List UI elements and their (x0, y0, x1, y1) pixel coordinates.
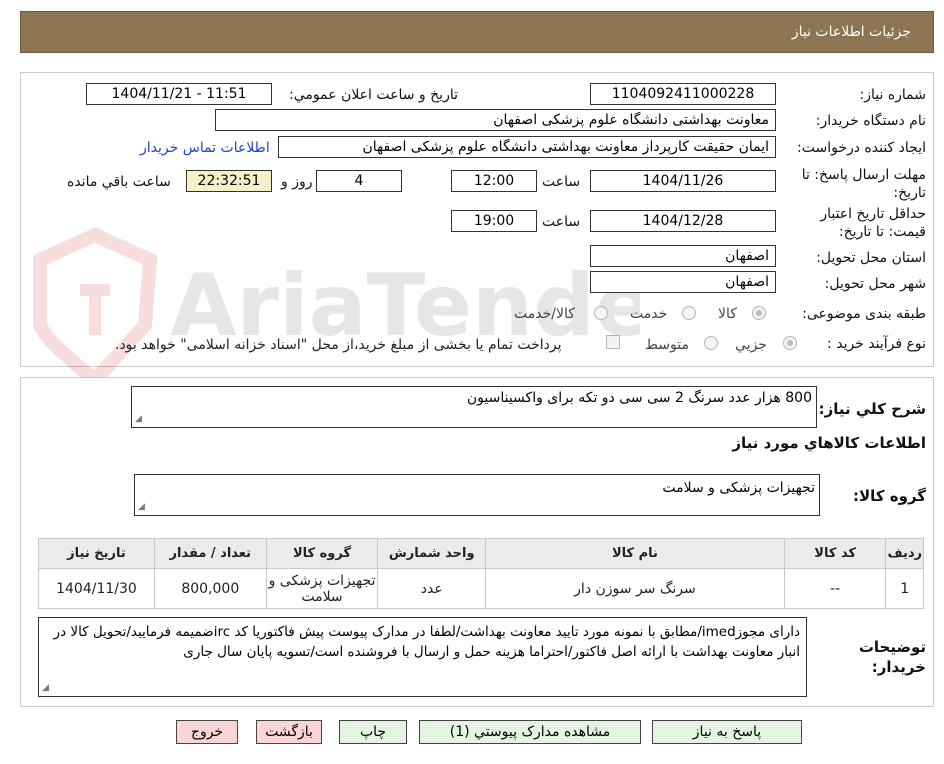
category-goods-service-label: کالا/خدمت (514, 306, 575, 322)
treasury-checkbox[interactable] (606, 335, 620, 349)
resize-grip-icon[interactable]: ◢ (138, 502, 145, 512)
deadline-label: مهلت ارسال پاسخ: تا تاریخ: (801, 167, 926, 201)
col-group: گروه کالا (265, 538, 379, 569)
col-row: ردیف (885, 538, 924, 569)
cell-name: سرنگ سر سوزن دار (485, 568, 785, 609)
buyer-notes-text: دارای مجوزimed/مطابق با نمونه مورد تایید… (53, 624, 800, 660)
resize-grip-icon[interactable]: ◢ (135, 414, 142, 424)
deadline-time-field: 12:00 (451, 170, 537, 192)
validity-time-label: ساعت (542, 214, 581, 230)
items-table: ردیف کد کالا نام کالا واحد شمارش گروه کا… (38, 538, 924, 609)
print-button[interactable]: چاپ (339, 720, 407, 744)
process-minor-label: جزیي (735, 337, 767, 353)
requester-field: ایمان حقیقت کارپرداز معاونت بهداشتی دانش… (278, 136, 776, 158)
table-row: 1 -- سرنگ سر سوزن دار عدد تجهیزات پزشکی … (38, 568, 924, 609)
requester-label: ایجاد کننده درخواست: (797, 140, 926, 156)
process-medium-label: متوسط (645, 337, 689, 353)
exit-button[interactable]: خروج (176, 720, 238, 744)
buyer-notes-label: توضیحات خریدار: (858, 638, 926, 676)
summary-label: شرح کلي نیاز: (818, 400, 926, 418)
announce-field: 1404/11/21 - 11:51 (86, 83, 272, 105)
province-label: استان محل تحویل: (816, 250, 926, 266)
summary-textarea: 800 هزار عدد سرنگ 2 سی سی دو تکه برای وا… (131, 386, 817, 428)
category-goods-label: کالا (718, 306, 737, 322)
announce-label: تاریخ و ساعت اعلان عمومي: (289, 87, 458, 103)
page-header: جزئیات اطلاعات نیاز (20, 11, 934, 53)
remaining-label: ساعت باقي مانده (67, 174, 171, 190)
city-field: اصفهان (590, 271, 776, 293)
need-number-label: شماره نیاز: (859, 87, 927, 103)
items-heading: اطلاعات کالاهاي مورد نیاز (732, 434, 926, 452)
process-radio-medium[interactable] (704, 336, 718, 350)
need-number-field: 1104092411000228 (590, 83, 776, 105)
category-radio-goods[interactable] (752, 306, 766, 320)
process-label: نوع فرآیند خرید : (827, 336, 926, 352)
col-code: کد کالا (783, 538, 887, 569)
cell-unit: عدد (377, 568, 487, 609)
cell-row: 1 (885, 568, 924, 609)
buyer-notes-textarea: دارای مجوزimed/مطابق با نمونه مورد تایید… (38, 617, 807, 697)
reply-button[interactable]: پاسخ به نیاز (652, 720, 802, 744)
summary-text: 800 هزار عدد سرنگ 2 سی سی دو تکه برای وا… (466, 390, 812, 406)
category-radio-goods-service[interactable] (594, 306, 608, 320)
days-label: روز و (281, 174, 313, 190)
category-service-label: خدمت (630, 306, 668, 322)
cell-date: 1404/11/30 (38, 568, 155, 609)
view-attachments-button[interactable]: مشاهده مدارک پیوستي (1) (419, 720, 641, 744)
col-date: تاریخ نیاز (38, 538, 155, 569)
city-label: شهر محل تحویل: (824, 276, 926, 292)
col-name: نام کالا (485, 538, 785, 569)
validity-label: حداقل تاریخ اعتبار قیمت: تا تاریخ: (820, 206, 926, 240)
table-header-row: ردیف کد کالا نام کالا واحد شمارش گروه کا… (38, 538, 924, 569)
validity-time-field: 19:00 (451, 210, 537, 232)
col-qty: تعداد / مقدار (153, 538, 267, 569)
payment-note: پرداخت تمام یا بخشی از مبلغ خرید،از محل … (115, 337, 562, 353)
deadline-time-label: ساعت (542, 174, 581, 190)
buyer-org-label: نام دستگاه خریدار: (815, 113, 926, 129)
cell-group: تجهیزات پزشکی و سلامت (265, 568, 379, 609)
province-field: اصفهان (590, 245, 776, 267)
group-label: گروه کالا: (853, 487, 926, 505)
days-field: 4 (316, 170, 402, 192)
resize-grip-icon[interactable]: ◢ (42, 683, 49, 693)
buyer-org-field: معاونت بهداشتی دانشگاه علوم پزشکی اصفهان (215, 109, 776, 131)
group-textarea: تجهیزات پزشکی و سلامت ◢ (134, 474, 820, 516)
remaining-time-field: 22:32:51 (186, 170, 272, 192)
validity-date-field: 1404/12/28 (590, 210, 776, 232)
deadline-date-field: 1404/11/26 (590, 170, 776, 192)
page-title: جزئیات اطلاعات نیاز (791, 24, 911, 40)
process-radio-minor[interactable] (783, 336, 797, 350)
category-label: طبقه بندی موضوعی: (802, 306, 926, 322)
col-unit: واحد شمارش (377, 538, 487, 569)
category-radio-service[interactable] (682, 306, 696, 320)
buyer-contact-link[interactable]: اطلاعات تماس خریدار (140, 140, 270, 156)
group-text: تجهیزات پزشکی و سلامت (662, 480, 815, 496)
cell-code: -- (783, 568, 887, 609)
back-button[interactable]: بازگشت (256, 720, 322, 744)
cell-qty: 800,000 (153, 568, 267, 609)
